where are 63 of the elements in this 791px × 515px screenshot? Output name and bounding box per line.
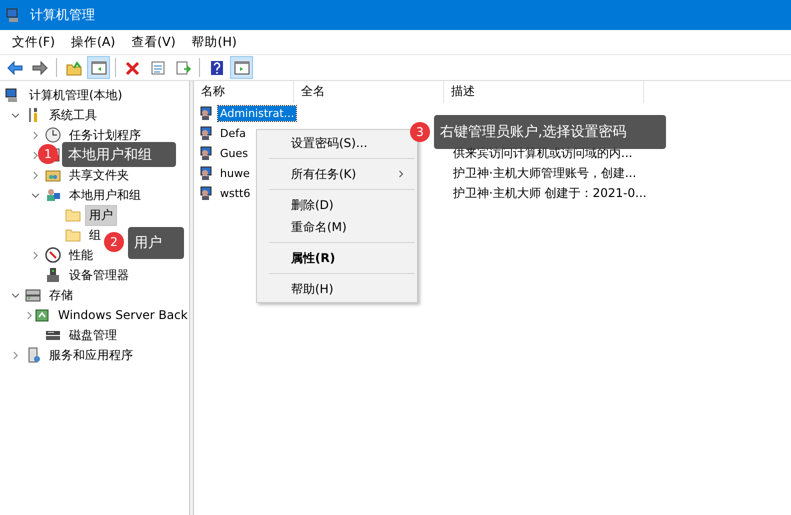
collapsed-chevron-icon[interactable] <box>25 310 34 320</box>
tree-pane-icon <box>90 60 106 76</box>
export-list-icon <box>174 60 190 76</box>
callout-label: 本地用户和组 <box>62 142 176 167</box>
tree-item[interactable]: 系统工具 <box>45 104 101 126</box>
menu-item[interactable]: 文件(F) <box>4 34 63 50</box>
expanded-chevron-icon[interactable] <box>10 290 20 300</box>
user-name[interactable]: Administrat... <box>218 106 296 120</box>
column-header[interactable]: 名称 <box>194 80 294 102</box>
tree-item[interactable]: 服务和应用程序 <box>45 344 137 366</box>
window-title: 计算机管理 <box>30 7 95 24</box>
menu-item[interactable]: 帮助(H) <box>257 278 417 300</box>
callout-label: 用户 <box>128 227 184 259</box>
toolbar-button[interactable] <box>87 56 110 79</box>
device-icon <box>45 267 61 283</box>
callout-label: 右键管理员账户,选择设置密码 <box>434 115 666 149</box>
menu-item[interactable]: 帮助(H) <box>184 34 245 50</box>
clock-icon <box>45 127 61 143</box>
tree-item[interactable]: 本地用户和组 <box>65 184 145 206</box>
menu-item[interactable]: 删除(D) <box>257 194 417 216</box>
collapsed-chevron-icon[interactable] <box>30 130 40 140</box>
forward-arrow-icon <box>32 60 48 76</box>
properties-icon <box>150 60 166 76</box>
menu-item[interactable]: 属性(R) <box>257 247 417 269</box>
storage-icon <box>25 287 41 303</box>
column-header[interactable]: 全名 <box>294 80 444 102</box>
menu-item[interactable]: 重命名(M) <box>257 216 417 238</box>
description: 护卫神·主机大师 创建于：2021-0... <box>452 184 647 202</box>
menu-item[interactable]: 操作(A) <box>62 34 124 50</box>
column-header[interactable]: 描述 <box>444 80 644 102</box>
help-icon <box>208 60 224 76</box>
collapsed-chevron-icon[interactable] <box>30 150 40 160</box>
user-name[interactable]: Gues <box>218 146 250 160</box>
delete-icon <box>124 60 140 76</box>
menu-item[interactable]: 查看(V) <box>123 34 184 50</box>
tree-item[interactable]: 用户 <box>85 204 117 226</box>
users-icon <box>45 187 61 203</box>
tree-item[interactable]: 磁盘管理 <box>65 324 121 346</box>
user-name[interactable]: huwe <box>218 166 252 180</box>
tree-item[interactable]: 组 <box>85 224 105 246</box>
folder-icon <box>65 207 81 223</box>
tree-item[interactable]: 性能 <box>65 244 97 266</box>
user-name[interactable]: wstt6 <box>218 186 252 200</box>
user-name[interactable]: Defa <box>218 126 248 140</box>
expanded-chevron-icon[interactable] <box>30 190 40 200</box>
tree-item[interactable]: 计算机管理(本地) <box>25 84 126 106</box>
back-arrow-icon <box>6 60 22 76</box>
expanded-chevron-icon[interactable] <box>10 110 20 120</box>
description: 护卫神·主机大师管理账号，创建... <box>452 164 636 182</box>
collapsed-chevron-icon[interactable] <box>10 350 20 360</box>
tree-item[interactable]: 存储 <box>45 284 77 306</box>
tree-item[interactable]: 设备管理器 <box>65 264 133 286</box>
tree-item[interactable]: Windows Server Back <box>54 306 192 324</box>
collapsed-chevron-icon[interactable] <box>30 250 40 260</box>
action-pane-icon <box>234 60 250 76</box>
folder-up-icon <box>66 60 82 76</box>
menu-item[interactable]: 所有任务(K) <box>257 163 417 185</box>
gauge-icon <box>45 247 61 263</box>
tree-item[interactable]: 共享文件夹 <box>65 164 133 186</box>
collapsed-chevron-icon[interactable] <box>30 170 40 180</box>
backup-icon <box>34 307 50 323</box>
folder-icon <box>65 227 81 243</box>
toolbar-button[interactable] <box>230 56 253 79</box>
